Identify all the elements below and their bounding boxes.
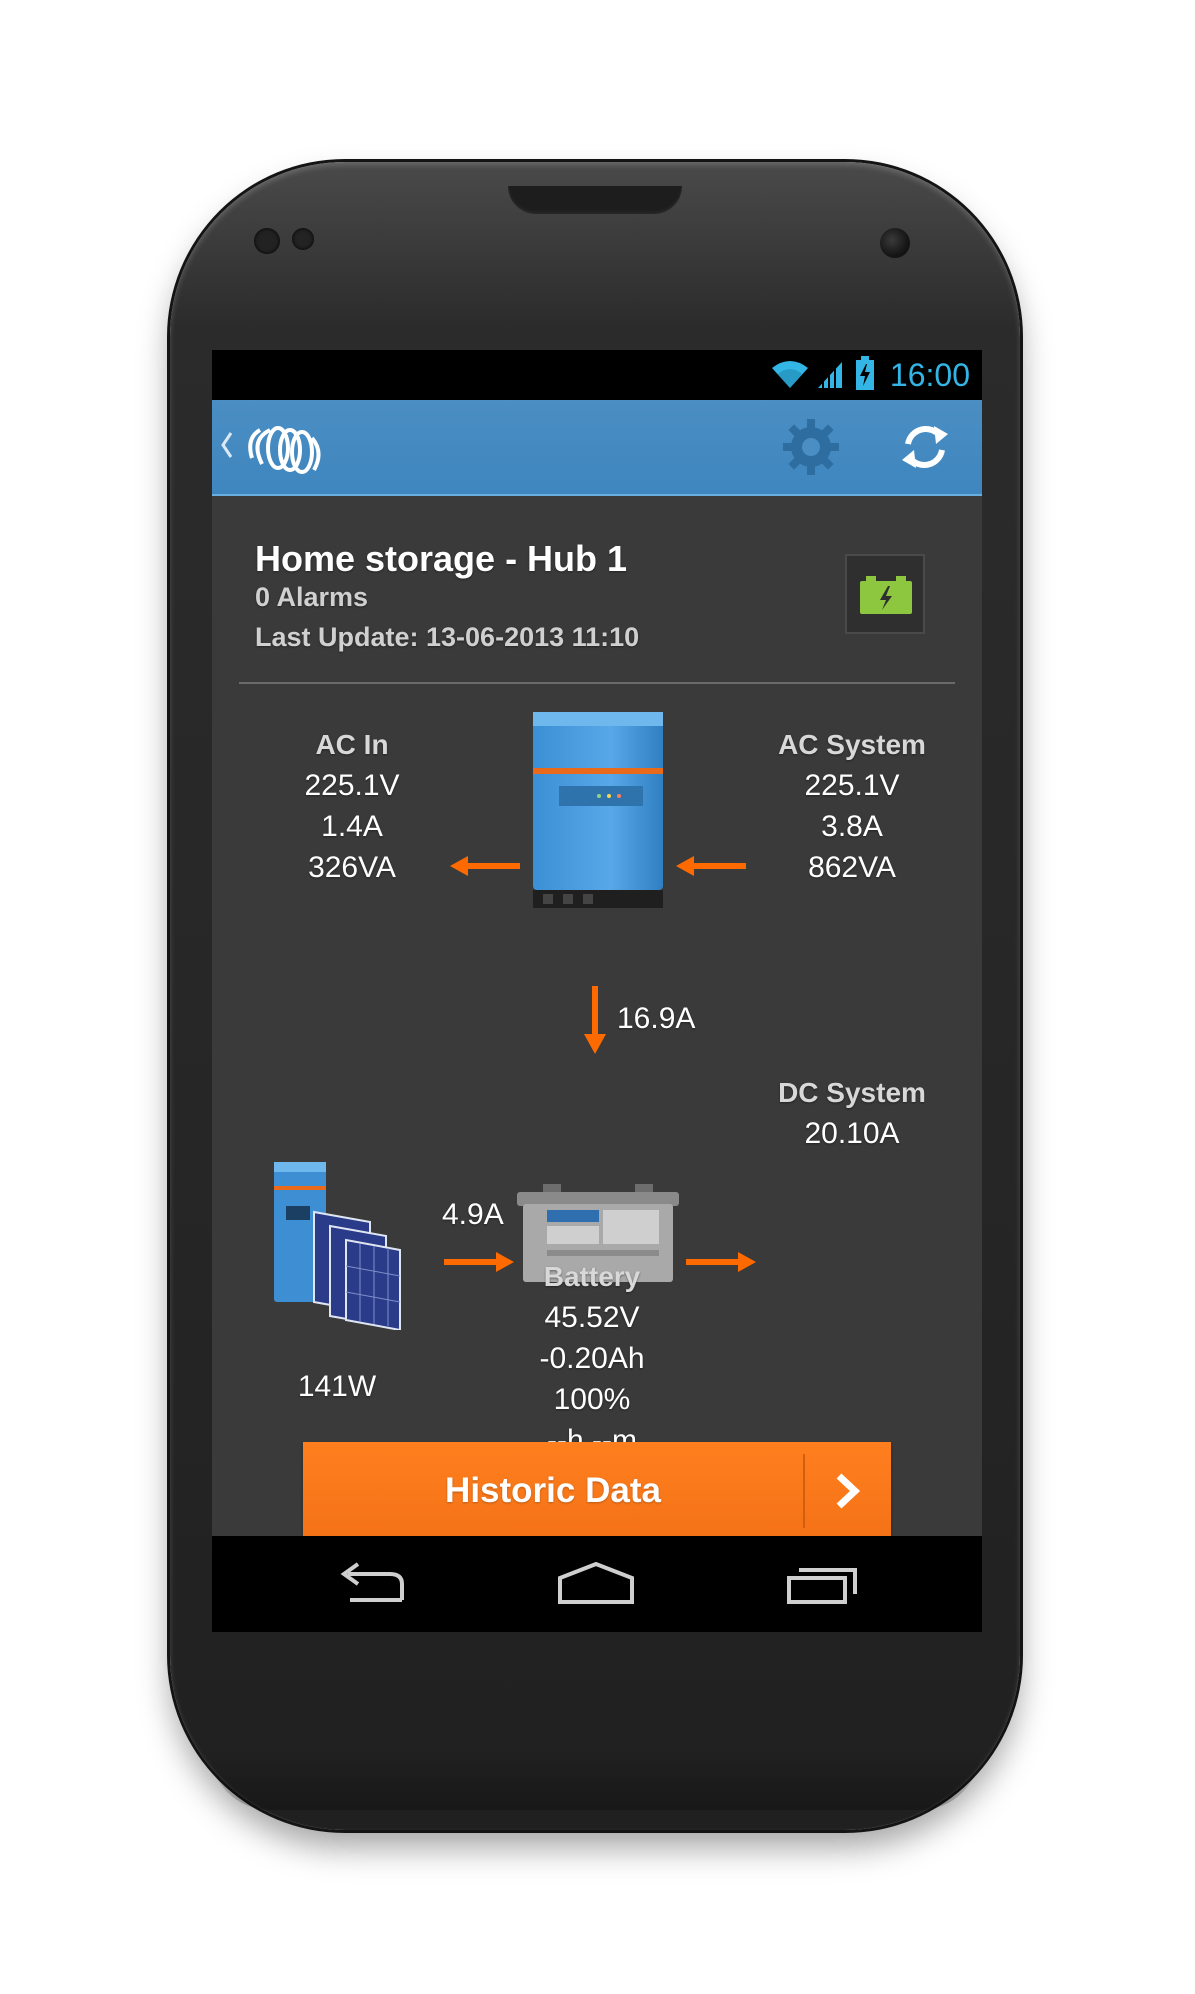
ac-system-readings: AC System 225.1V 3.8A 862VA (752, 724, 952, 888)
dc-system-current: 20.10A (804, 1117, 900, 1150)
ac-in-label: AC In (315, 729, 389, 760)
divider (239, 682, 955, 684)
ac-in-current: 1.4A (321, 810, 383, 843)
multiplus-inverter-image (533, 712, 663, 908)
gear-icon[interactable] (780, 416, 842, 478)
historic-data-label: Historic Data (445, 1471, 661, 1510)
ac-system-power: 862VA (808, 851, 896, 884)
button-separator (803, 1454, 805, 1528)
home-icon[interactable] (556, 1562, 636, 1606)
phone-chin (210, 1750, 980, 1810)
wifi-icon (772, 361, 808, 388)
light-sensor (292, 228, 314, 250)
ac-in-voltage: 225.1V (304, 769, 400, 802)
dc-system-label: DC System (778, 1077, 926, 1108)
arrow-left-icon (676, 856, 746, 876)
navigation-bar (212, 1536, 982, 1632)
battery-consumed: -0.20Ah (539, 1342, 645, 1375)
ac-system-current: 3.8A (821, 810, 883, 843)
status-badge (845, 554, 925, 634)
ac-in-readings: AC In 225.1V 1.4A 326VA (262, 724, 442, 888)
arrow-right-icon (686, 1252, 756, 1272)
alarm-count[interactable]: 0 Alarms (255, 582, 368, 613)
arrow-down-icon (584, 986, 606, 1054)
page-title: Home storage - Hub 1 (255, 538, 628, 579)
battery-charging-icon (860, 576, 912, 614)
solar-power: 141W (297, 1370, 377, 1403)
solar-charger-image (274, 1162, 401, 1330)
dc-system-readings: DC System 20.10A (752, 1072, 952, 1154)
signal-icon (818, 362, 842, 388)
front-camera-icon (880, 228, 910, 258)
battery-readings: Battery 45.52V -0.20Ah 100% --h --m (492, 1256, 692, 1461)
chevron-right-icon (836, 1473, 861, 1509)
battery-soc: 100% (553, 1383, 631, 1416)
historic-data-button[interactable]: Historic Data (303, 1442, 891, 1540)
device-screen: 16:00 Home storage - Hub 1 0 Alarms Last… (212, 350, 982, 1632)
status-bar: 16:00 (212, 350, 982, 400)
battery-voltage: 45.52V (544, 1301, 640, 1334)
refresh-icon[interactable] (896, 418, 954, 476)
inverter-dc-current: 16.9A (617, 1002, 696, 1035)
ac-in-power: 326VA (308, 851, 396, 884)
arrow-left-icon (450, 856, 520, 876)
status-clock: 16:00 (889, 357, 970, 393)
victron-logo[interactable] (242, 418, 326, 478)
last-update: Last Update: 13-06-2013 11:10 (255, 622, 640, 652)
ac-system-voltage: 225.1V (804, 769, 900, 802)
battery-charging-icon (856, 356, 874, 390)
ac-system-label: AC System (778, 729, 926, 760)
chevron-left-icon[interactable] (220, 430, 234, 460)
back-icon[interactable] (336, 1562, 408, 1606)
solar-current: 4.9A (442, 1198, 504, 1231)
proximity-sensor (254, 228, 280, 254)
action-bar (212, 400, 982, 496)
battery-label: Battery (543, 1261, 641, 1292)
earpiece-speaker (508, 186, 682, 214)
recent-apps-icon[interactable] (785, 1560, 861, 1606)
